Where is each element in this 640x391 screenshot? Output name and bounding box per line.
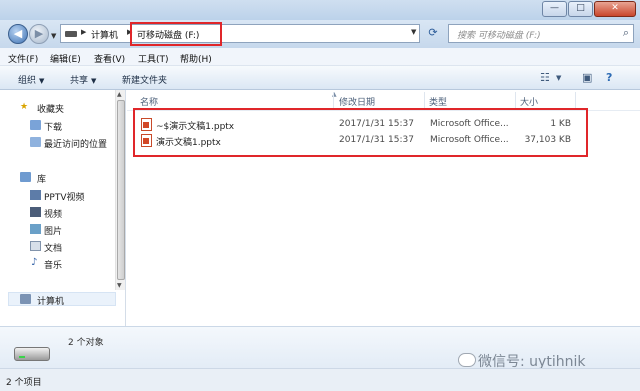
downloads-icon bbox=[30, 120, 41, 130]
column-header-modified[interactable]: 修改日期 bbox=[339, 95, 375, 108]
nav-music[interactable]: 音乐 bbox=[44, 258, 62, 271]
nav-libraries[interactable]: 库 bbox=[37, 172, 46, 185]
address-highlight-box bbox=[130, 22, 222, 46]
maximize-button[interactable]: □ bbox=[568, 1, 593, 17]
column-separator[interactable] bbox=[333, 92, 334, 108]
minimize-icon: — bbox=[550, 3, 559, 13]
column-separator[interactable] bbox=[424, 92, 425, 108]
menu-view[interactable]: 查看(V) bbox=[94, 52, 125, 65]
computer-icon bbox=[65, 31, 77, 37]
menu-bar: 文件(F) 编辑(E) 查看(V) 工具(T) 帮助(H) bbox=[0, 48, 640, 66]
maximize-icon: □ bbox=[576, 3, 585, 13]
minimize-button[interactable]: — bbox=[542, 1, 567, 17]
search-box[interactable]: 搜索 可移动磁盘 (F:) ⌕ bbox=[448, 24, 634, 43]
organize-dropdown-icon: ▼ bbox=[39, 77, 45, 85]
view-options-icon[interactable]: ☷ bbox=[540, 71, 550, 84]
share-dropdown-icon: ▼ bbox=[91, 77, 97, 85]
status-text: 2 个项目 bbox=[6, 378, 42, 388]
breadcrumb-computer[interactable]: 计算机 bbox=[91, 28, 118, 41]
nav-pictures[interactable]: 图片 bbox=[44, 224, 62, 237]
view-dropdown-icon[interactable]: ▼ bbox=[556, 74, 561, 82]
details-pane: 2 个对象 微信号: uytihnik bbox=[0, 326, 640, 370]
nav-computer[interactable]: 计算机 bbox=[37, 294, 64, 307]
close-icon: ✕ bbox=[611, 3, 619, 13]
search-icon[interactable]: ⌕ bbox=[623, 26, 629, 40]
address-bar[interactable]: ▶ 计算机 ▶ 可移动磁盘 (F:) ▼ bbox=[60, 24, 420, 43]
computer-icon bbox=[20, 294, 31, 304]
column-header-name[interactable]: 名称 bbox=[140, 95, 158, 108]
videos-icon bbox=[30, 207, 41, 217]
libraries-icon bbox=[20, 172, 31, 182]
column-header-type[interactable]: 类型 bbox=[429, 95, 447, 108]
column-separator[interactable] bbox=[575, 92, 576, 108]
nav-videos[interactable]: 视频 bbox=[44, 207, 62, 220]
menu-tools[interactable]: 工具(T) bbox=[138, 52, 169, 65]
favorites-star-icon: ★ bbox=[20, 102, 29, 112]
window-controls: — □ ✕ bbox=[541, 1, 636, 17]
nav-scrollbar[interactable]: ▲ ▼ bbox=[115, 90, 125, 290]
pptv-video-icon bbox=[30, 190, 41, 200]
wechat-icon bbox=[458, 353, 476, 367]
breadcrumb-separator: ▶ bbox=[81, 28, 87, 36]
column-header-size[interactable]: 大小 bbox=[520, 95, 538, 108]
column-separator[interactable] bbox=[515, 92, 516, 108]
removable-drive-icon bbox=[14, 347, 50, 361]
share-button[interactable]: 共享 ▼ bbox=[70, 73, 96, 86]
recent-places-icon bbox=[30, 137, 41, 147]
nav-documents[interactable]: 文档 bbox=[44, 241, 62, 254]
scrollbar-thumb[interactable] bbox=[117, 100, 125, 280]
menu-help[interactable]: 帮助(H) bbox=[180, 52, 212, 65]
navigation-pane: ★ 收藏夹 下载 最近访问的位置 库 PPTV视频 视频 图片 文档 ♪ 音乐 … bbox=[0, 90, 126, 326]
nav-recent-places[interactable]: 最近访问的位置 bbox=[44, 137, 107, 150]
close-button[interactable]: ✕ bbox=[594, 1, 636, 17]
music-icon: ♪ bbox=[31, 257, 38, 268]
scroll-up-icon[interactable]: ▲ bbox=[117, 91, 122, 98]
help-icon[interactable]: ? bbox=[606, 71, 612, 84]
documents-icon bbox=[30, 241, 41, 251]
share-label: 共享 bbox=[70, 76, 89, 86]
menu-edit[interactable]: 编辑(E) bbox=[50, 52, 81, 65]
nav-favorites[interactable]: 收藏夹 bbox=[37, 102, 64, 115]
address-history-dropdown-icon[interactable]: ▼ bbox=[411, 28, 416, 36]
navigation-bar: ◀ ▶ ▼ ▶ 计算机 ▶ 可移动磁盘 (F:) ▼ ⟳ 搜索 可移动磁盘 (F… bbox=[0, 20, 640, 48]
organize-label: 组织 bbox=[18, 76, 37, 86]
status-bar: 2 个项目 bbox=[0, 368, 640, 391]
scroll-down-icon[interactable]: ▼ bbox=[117, 282, 122, 289]
refresh-icon[interactable]: ⟳ bbox=[424, 26, 442, 42]
forward-button[interactable]: ▶ bbox=[29, 24, 49, 44]
nav-downloads[interactable]: 下载 bbox=[44, 120, 62, 133]
title-bar: — □ ✕ bbox=[0, 0, 640, 20]
back-button[interactable]: ◀ bbox=[8, 24, 28, 44]
item-count: 2 个对象 bbox=[68, 338, 104, 348]
organize-button[interactable]: 组织 ▼ bbox=[18, 73, 44, 86]
files-highlight-box bbox=[133, 108, 588, 157]
pictures-icon bbox=[30, 224, 41, 234]
preview-pane-icon[interactable]: ▣ bbox=[582, 71, 592, 84]
new-folder-button[interactable]: 新建文件夹 bbox=[122, 73, 167, 86]
menu-file[interactable]: 文件(F) bbox=[8, 52, 38, 65]
recent-pages-dropdown-icon[interactable]: ▼ bbox=[51, 32, 56, 40]
command-bar: 组织 ▼ 共享 ▼ 新建文件夹 ☷ ▼ ▣ ? bbox=[0, 66, 640, 90]
search-placeholder: 搜索 可移动磁盘 (F:) bbox=[457, 31, 541, 41]
nav-pptv-video[interactable]: PPTV视频 bbox=[44, 190, 85, 203]
